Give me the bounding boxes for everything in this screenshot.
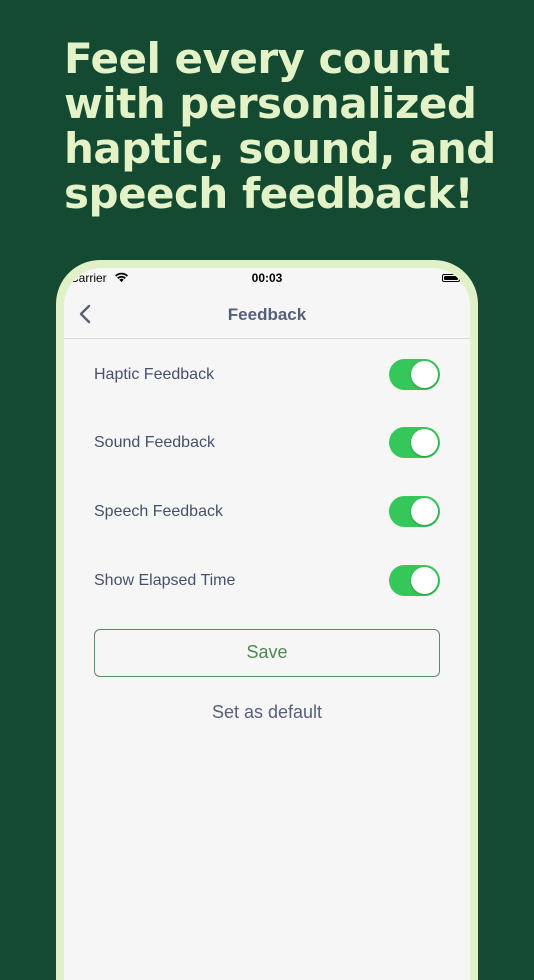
setting-label-sound: Sound Feedback [94,434,215,451]
status-time: 00:03 [251,271,283,285]
headline-line-3: haptic, sound, and [64,124,496,173]
haptic-feedback-toggle[interactable] [389,359,440,390]
headline-line-1: Feel every count [64,34,450,83]
battery-icon [442,274,460,282]
page-title: Feedback [227,305,307,324]
headline-line-4: speech feedback! [64,169,474,218]
toggle-knob [411,498,438,525]
phone-frame: Carrier 00:03 Feedback Haptic Feedback S… [56,260,478,980]
setting-row-sound: Sound Feedback [94,427,440,459]
nav-bar: Feedback [64,290,470,339]
toggle-knob [411,429,438,456]
speech-feedback-toggle[interactable] [389,496,440,527]
setting-label-elapsed-time: Show Elapsed Time [94,572,236,589]
save-button[interactable]: Save [94,629,440,677]
setting-label-haptic: Haptic Feedback [94,366,215,383]
promo-headline: Feel every count with personalized hapti… [64,36,514,216]
show-elapsed-time-toggle[interactable] [389,565,440,596]
sound-feedback-toggle[interactable] [389,427,440,458]
setting-label-speech: Speech Feedback [94,503,223,520]
toggle-knob [411,361,438,388]
setting-row-speech: Speech Feedback [94,496,440,528]
setting-row-haptic: Haptic Feedback [94,359,440,391]
phone-screen: Carrier 00:03 Feedback Haptic Feedback S… [64,268,470,980]
toggle-knob [411,567,438,594]
setting-row-elapsed-time: Show Elapsed Time [94,565,440,597]
headline-line-2: with personalized [64,79,477,128]
set-as-default-button[interactable]: Set as default [64,702,470,723]
status-bar: Carrier 00:03 [64,268,470,290]
